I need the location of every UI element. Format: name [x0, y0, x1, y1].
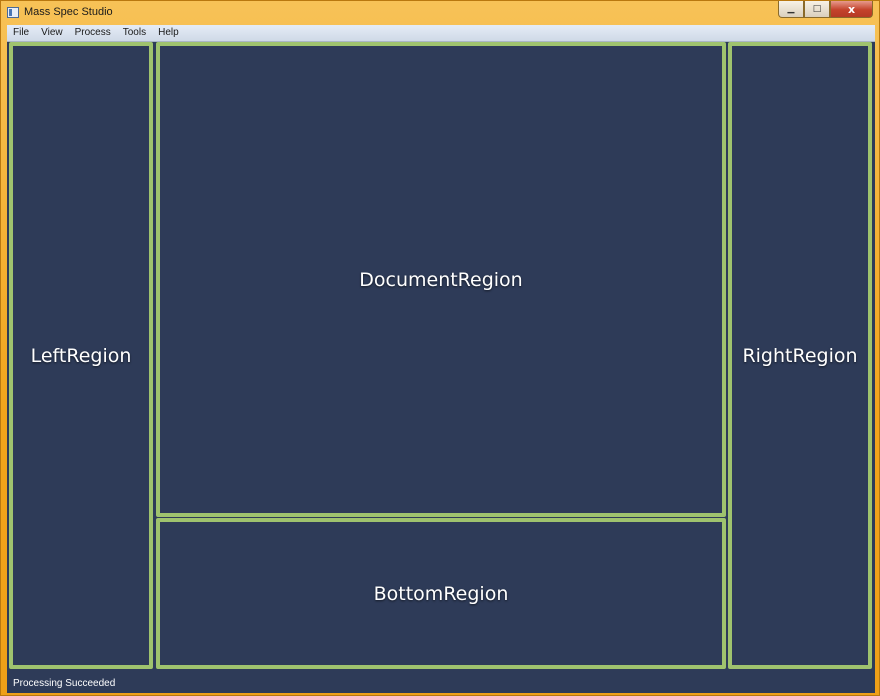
- left-region[interactable]: LeftRegion: [9, 42, 153, 669]
- menu-help[interactable]: Help: [152, 25, 185, 41]
- application-window: Mass Spec Studio ▁ □ x File View Process…: [0, 0, 880, 696]
- bottom-region[interactable]: BottomRegion: [156, 518, 726, 669]
- menu-file[interactable]: File: [7, 25, 35, 41]
- window-title: Mass Spec Studio: [24, 6, 113, 18]
- menu-view[interactable]: View: [35, 25, 69, 41]
- title-bar[interactable]: Mass Spec Studio ▁ □ x: [1, 1, 879, 25]
- menu-process[interactable]: Process: [69, 25, 117, 41]
- document-region[interactable]: DocumentRegion: [156, 42, 726, 517]
- status-bar: Processing Succeeded: [7, 674, 875, 692]
- close-button[interactable]: x: [830, 1, 873, 18]
- bottom-region-label: BottomRegion: [373, 582, 509, 605]
- right-region-label: RightRegion: [742, 344, 858, 367]
- right-region[interactable]: RightRegion: [728, 42, 872, 669]
- window-controls: ▁ □ x: [778, 1, 873, 18]
- app-window-icon[interactable]: [7, 7, 19, 18]
- status-text: Processing Succeeded: [13, 677, 116, 689]
- left-region-label: LeftRegion: [30, 344, 132, 367]
- menu-bar: File View Process Tools Help: [7, 25, 875, 42]
- client-area: LeftRegion DocumentRegion BottomRegion R…: [7, 42, 875, 693]
- menu-tools[interactable]: Tools: [117, 25, 152, 41]
- close-icon: x: [847, 2, 856, 16]
- minimize-button[interactable]: ▁: [778, 1, 804, 18]
- minimize-icon: ▁: [787, 4, 795, 14]
- document-region-label: DocumentRegion: [359, 268, 523, 291]
- maximize-button[interactable]: □: [804, 1, 830, 18]
- maximize-icon: □: [812, 4, 822, 14]
